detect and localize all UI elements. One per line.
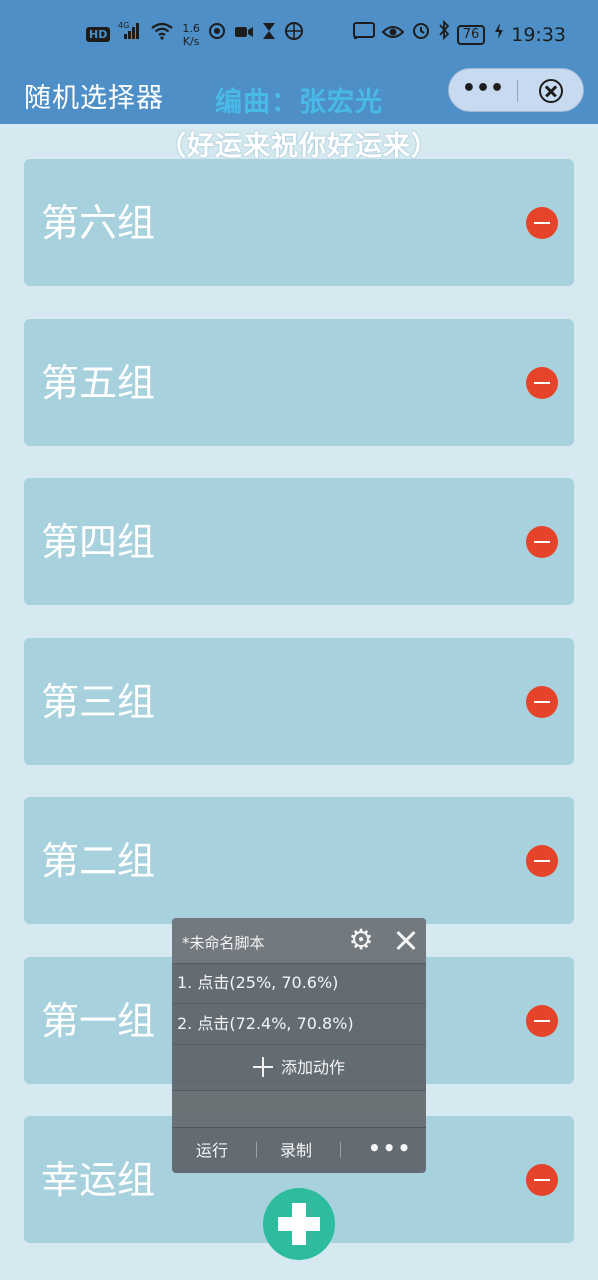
remove-group-button[interactable] [526,207,558,239]
eye-icon [381,21,405,49]
remove-group-button[interactable] [526,366,558,399]
group-card[interactable]: 第六组 [24,159,574,286]
group-card[interactable]: 第二组 [24,797,574,924]
status-left: HD 4G 1.6 K/s [86,20,304,49]
script-panel-header[interactable]: *未命名脚本 ⚙ [172,918,426,964]
add-group-button[interactable] [263,1188,335,1260]
lyric-subtitle-line2: （好运来祝你好运来） [159,131,439,162]
lyric-subtitle-line1: 编曲：张宏光 [215,87,383,118]
status-bar: HD 4G 1.6 K/s 76 19:33 [0,0,598,70]
more-dots-icon[interactable]: ••• [368,1136,412,1160]
group-name: 第二组 [41,839,156,883]
remove-group-button[interactable] [526,685,558,718]
script-title: *未命名脚本 [182,934,265,952]
script-panel: *未命名脚本 ⚙ 1. 点击(25%, 70.6%) 2. 点击(72.4%, … [172,918,426,1173]
status-time: 19:33 [511,23,566,46]
swirl-icon [208,21,226,49]
hd-badge: HD [86,27,111,42]
close-icon[interactable] [394,928,418,952]
run-button[interactable]: 运行 [196,1140,228,1162]
alarm-icon [411,20,431,49]
signal-icon: 4G [118,20,142,49]
net-speed: 1.6 K/s [182,22,200,48]
record-button[interactable]: 录制 [280,1140,312,1162]
action-item[interactable]: 2. 点击(72.4%, 70.8%) [172,1004,426,1045]
net-speed-unit: K/s [182,34,200,48]
group-name: 第三组 [41,679,156,724]
add-action-button[interactable]: 添加动作 [172,1048,426,1088]
net-type-label: 4G [118,21,129,30]
script-panel-footer: 运行 录制 ••• [172,1127,426,1173]
panel-spacer [172,1090,426,1127]
footer-divider [340,1142,341,1158]
add-action-label: 添加动作 [280,1058,345,1077]
hourglass-icon [262,21,276,49]
gear-icon[interactable]: ⚙ [347,926,375,954]
video-camera-icon [234,21,254,49]
group-name: 第四组 [41,520,156,564]
group-card[interactable]: 第三组 [24,637,574,765]
net-speed-value: 1.6 [182,21,200,35]
status-right: 76 19:33 [352,19,566,49]
battery-level: 76 [462,26,480,42]
remove-group-button[interactable] [526,1004,558,1037]
group-card[interactable]: 第五组 [24,318,574,446]
wifi-icon [150,21,174,49]
group-name: 幸运组 [41,1158,156,1202]
group-card[interactable]: 第四组 [24,478,574,605]
plus-icon [252,1056,273,1077]
action-label: 2. 点击(72.4%, 70.8%) [177,1014,354,1033]
remove-group-button[interactable] [526,845,558,877]
footer-divider [256,1142,257,1158]
group-name: 第六组 [41,201,156,245]
action-label: 1. 点击(25%, 70.6%) [177,973,339,992]
action-item[interactable]: 1. 点击(25%, 70.6%) [172,963,426,1004]
remove-group-button[interactable] [526,1164,558,1196]
battery-indicator: 76 [456,24,486,45]
globe-icon [284,21,304,49]
charging-icon [494,21,504,49]
remove-group-button[interactable] [526,526,558,558]
group-name: 第五组 [41,360,156,405]
bluetooth-icon [438,19,450,49]
cast-icon [352,21,375,49]
group-name: 第一组 [41,998,156,1043]
